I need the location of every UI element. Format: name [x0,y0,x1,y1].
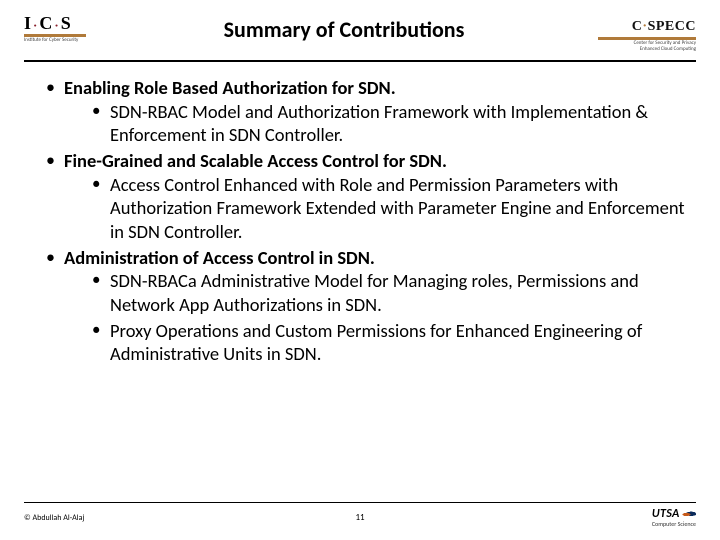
contributions-list: Enabling Role Based Authorization for SD… [42,76,688,366]
sub-list: Access Control Enhanced with Role and Pe… [64,173,688,244]
footer-author: © Abdullah Al-Alaj [24,513,84,523]
ics-logo: I·C·S Institute for Cyber Security [24,14,102,43]
page-title: Summary of Contributions [102,14,586,43]
footer: © Abdullah Al-Alaj 11 UTSA Computer Scie… [0,502,720,528]
footer-right: UTSA Computer Science [652,507,696,528]
ics-letter-c: C [39,13,54,33]
cspecc-specc: SPECC [648,19,696,34]
ics-mark: I·C·S [24,14,73,32]
body: Enabling Role Based Authorization for SD… [24,72,696,366]
list-item: SDN-RBACa Administrative Model for Manag… [90,269,688,316]
list-item: Enabling Role Based Authorization for SD… [42,76,688,147]
cspecc-mark: C·SPECC [632,19,696,35]
ics-letter-i: I [24,13,33,33]
page-number: 11 [355,512,364,523]
utsa-mark: UTSA [652,507,680,521]
footer-rule [24,502,696,503]
bullet-head: Enabling Role Based Authorization for SD… [64,76,396,99]
sub-list: SDN-RBAC Model and Authorization Framewo… [64,100,688,147]
list-item: Fine-Grained and Scalable Access Control… [42,149,688,244]
ics-subtitle: Institute for Cyber Security [24,38,78,43]
cspecc-logo: C·SPECC Center for Security and Privacy … [586,14,696,52]
list-item: Proxy Operations and Custom Permissions … [90,319,688,366]
header-rule [24,60,696,62]
list-item: Administration of Access Control in SDN.… [42,246,688,366]
dept-label: Computer Science [652,520,696,528]
bullet-head: Fine-Grained and Scalable Access Control… [64,149,447,172]
sub-list: SDN-RBACa Administrative Model for Manag… [64,269,688,366]
bullet-head: Administration of Access Control in SDN. [64,246,375,269]
list-item: SDN-RBAC Model and Authorization Framewo… [90,100,688,147]
cspecc-c: C [632,19,643,34]
header: I·C·S Institute for Cyber Security Summa… [24,14,696,60]
list-item: Access Control Enhanced with Role and Pe… [90,173,688,244]
cspecc-sub2: Enhanced Cloud Computing [586,47,696,53]
ics-letter-s: S [61,13,73,33]
